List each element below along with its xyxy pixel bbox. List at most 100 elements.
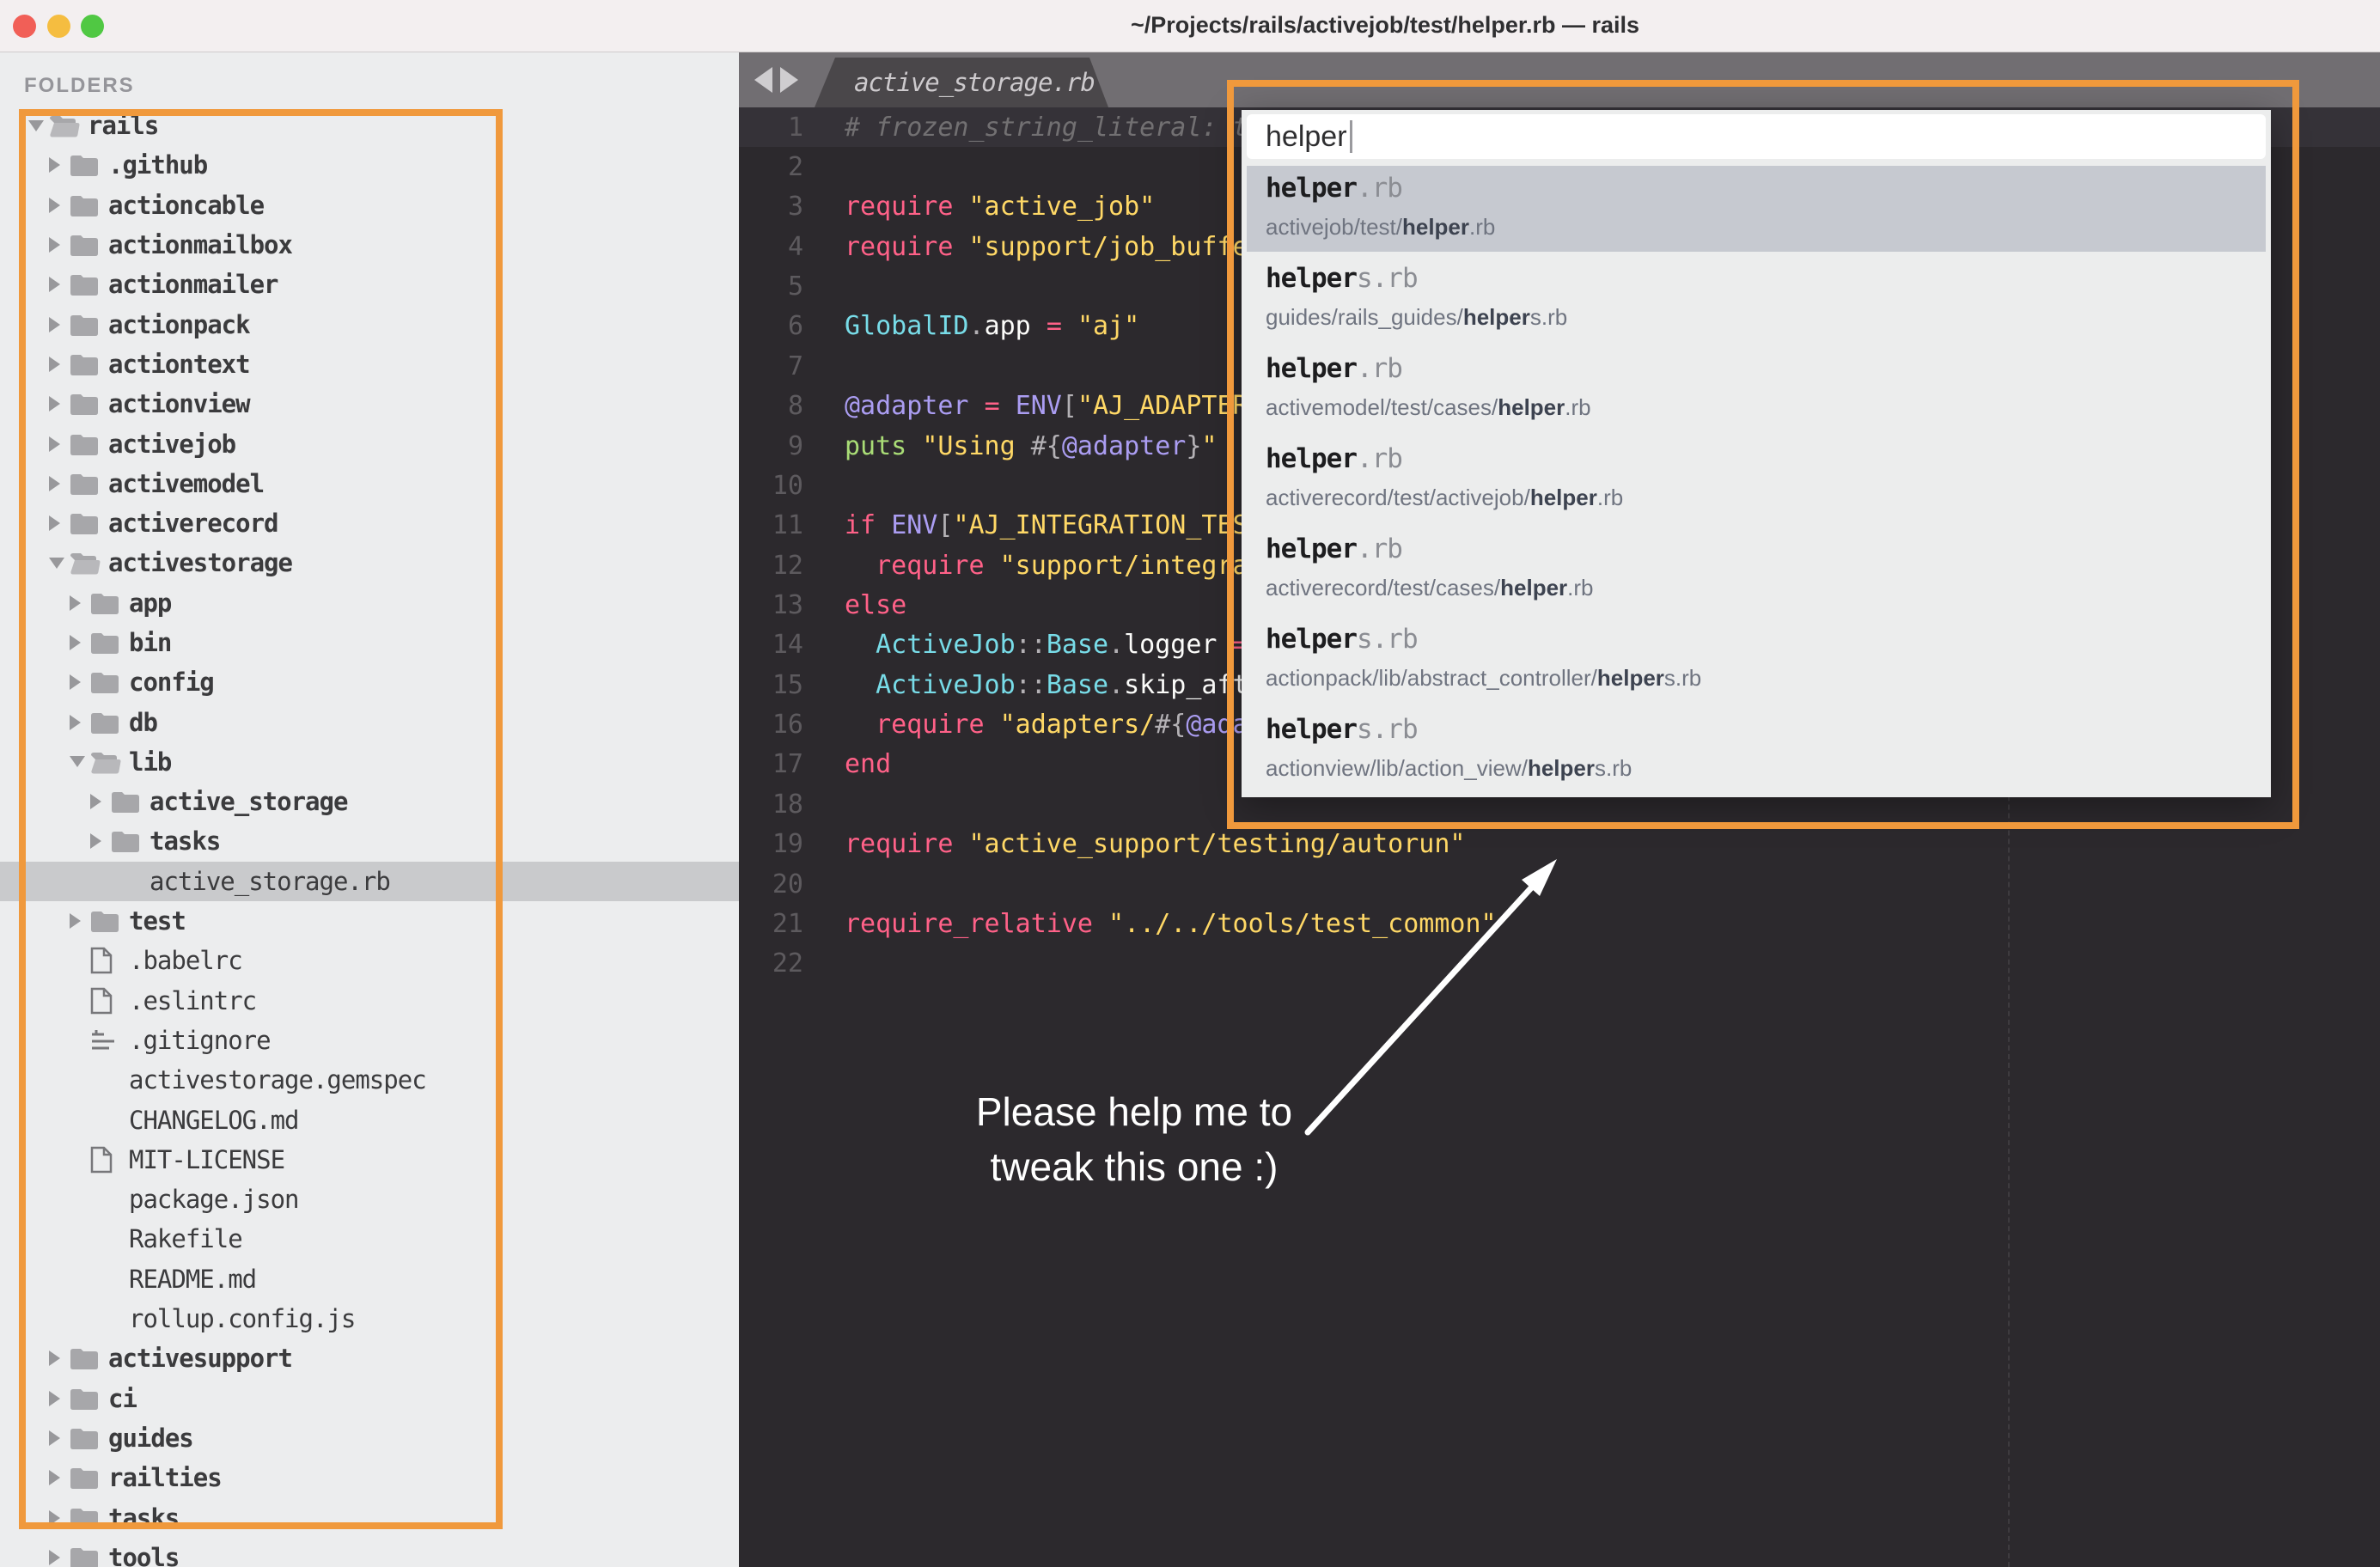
tree-row-active-storage-rb[interactable]: active_storage.rb	[0, 862, 739, 901]
line-number: 22	[739, 948, 803, 979]
chevron-right-icon[interactable]	[49, 357, 70, 372]
tree-row-actionpack[interactable]: actionpack	[0, 304, 739, 344]
chevron-right-icon[interactable]	[49, 1470, 70, 1485]
tree-row-readme-md[interactable]: README.md	[0, 1259, 739, 1299]
tree-row-actiontext[interactable]: actiontext	[0, 344, 739, 384]
search-result-5[interactable]: helper.rbactiverecord/test/cases/helper.…	[1247, 527, 2266, 613]
tree-row--gitignore[interactable]: .gitignore	[0, 1021, 739, 1060]
tree-item-label: activestorage.gemspec	[129, 1065, 426, 1094]
code-line-19[interactable]: 19require "active_support/testing/autoru…	[739, 824, 2380, 863]
chevron-right-icon[interactable]	[49, 157, 70, 173]
search-result-2[interactable]: helpers.rbguides/rails_guides/helpers.rb	[1247, 256, 2266, 342]
code-line-20[interactable]: 20	[739, 864, 2380, 904]
search-result-6[interactable]: helpers.rbactionpack/lib/abstract_contro…	[1247, 617, 2266, 703]
doc-icon	[90, 947, 129, 974]
chevron-right-icon[interactable]	[49, 317, 70, 332]
chevron-right-icon[interactable]	[49, 1391, 70, 1406]
tree-row--github[interactable]: .github	[0, 145, 739, 185]
search-result-4[interactable]: helper.rbactiverecord/test/activejob/hel…	[1247, 436, 2266, 522]
tree-row-rollup-config-js[interactable]: rollup.config.js	[0, 1299, 739, 1338]
tree-row-actionmailer[interactable]: actionmailer	[0, 265, 739, 304]
chevron-right-icon[interactable]	[49, 476, 70, 491]
tree-row-railties[interactable]: railties	[0, 1458, 739, 1497]
close-window-button[interactable]	[13, 15, 36, 38]
list-icon	[90, 1027, 129, 1053]
tree-row-lib[interactable]: lib	[0, 742, 739, 782]
search-result-3[interactable]: helper.rbactivemodel/test/cases/helper.r…	[1247, 346, 2266, 432]
goto-anything-panel: helper helper.rbactivejob/test/helper.rb…	[1242, 110, 2271, 797]
chevron-right-icon[interactable]	[49, 277, 70, 292]
tree-row-guides[interactable]: guides	[0, 1418, 739, 1458]
folder-icon	[70, 511, 108, 535]
tree-item-label: ci	[108, 1384, 137, 1413]
result-filepath: activerecord/test/activejob/helper.rb	[1266, 485, 1623, 511]
tree-row-active-storage[interactable]: active_storage	[0, 782, 739, 821]
code-line-22[interactable]: 22	[739, 944, 2380, 984]
line-number: 9	[739, 431, 803, 461]
chevron-right-icon[interactable]	[49, 1550, 70, 1565]
tree-row-tasks[interactable]: tasks	[0, 1497, 739, 1537]
tree-row-actionmailbox[interactable]: actionmailbox	[0, 225, 739, 265]
chevron-down-icon[interactable]	[49, 558, 70, 569]
tree-row-activerecord[interactable]: activerecord	[0, 503, 739, 543]
tree-row-tasks[interactable]: tasks	[0, 821, 739, 861]
chevron-right-icon[interactable]	[70, 715, 90, 730]
chevron-right-icon[interactable]	[49, 436, 70, 452]
tab-active-storage-rb[interactable]: active_storage.rb ✕	[815, 58, 1108, 107]
chevron-right-icon[interactable]	[49, 237, 70, 253]
annotation-text: Please help me to tweak this one :)	[876, 1084, 1392, 1194]
search-result-1[interactable]: helper.rbactivejob/test/helper.rb	[1247, 166, 2266, 252]
tree-row-changelog-md[interactable]: CHANGELOG.md	[0, 1100, 739, 1139]
search-result-7[interactable]: helpers.rbactionview/lib/action_view/hel…	[1247, 707, 2266, 793]
tree-row-rakefile[interactable]: Rakefile	[0, 1219, 739, 1259]
folder-open-icon	[49, 113, 88, 137]
chevron-right-icon[interactable]	[49, 515, 70, 531]
tree-row-mit-license[interactable]: MIT-LICENSE	[0, 1140, 739, 1180]
tab-forward-icon[interactable]	[780, 67, 798, 93]
tree-item-label: .gitignore	[129, 1026, 271, 1055]
tree-row-activestorage[interactable]: activestorage	[0, 543, 739, 582]
tree-item-label: lib	[129, 747, 171, 777]
zoom-window-button[interactable]	[81, 15, 104, 38]
chevron-right-icon[interactable]	[49, 1351, 70, 1366]
chevron-right-icon[interactable]	[70, 913, 90, 929]
folder-icon	[90, 909, 129, 933]
tree-row-db[interactable]: db	[0, 702, 739, 741]
tree-row--babelrc[interactable]: .babelrc	[0, 941, 739, 980]
line-number: 11	[739, 510, 803, 540]
chevron-right-icon[interactable]	[90, 794, 111, 809]
chevron-right-icon[interactable]	[70, 635, 90, 650]
chevron-down-icon[interactable]	[70, 756, 90, 767]
chevron-right-icon[interactable]	[90, 833, 111, 849]
tree-row-activesupport[interactable]: activesupport	[0, 1338, 739, 1378]
chevron-right-icon[interactable]	[49, 1430, 70, 1446]
chevron-right-icon[interactable]	[70, 595, 90, 611]
tab-back-icon[interactable]	[754, 67, 772, 93]
tree-item-label: activemodel	[108, 469, 264, 498]
chevron-right-icon[interactable]	[49, 198, 70, 213]
chevron-right-icon[interactable]	[49, 1510, 70, 1526]
tree-row-package-json[interactable]: package.json	[0, 1180, 739, 1219]
chevron-right-icon[interactable]	[49, 396, 70, 412]
tree-row--eslintrc[interactable]: .eslintrc	[0, 981, 739, 1021]
tree-row-app[interactable]: app	[0, 583, 739, 623]
tree-row-activestorage-gemspec[interactable]: activestorage.gemspec	[0, 1060, 739, 1100]
tree-row-activejob[interactable]: activejob	[0, 424, 739, 463]
chevron-down-icon[interactable]	[28, 120, 49, 131]
tree-row-tools[interactable]: tools	[0, 1538, 739, 1567]
tree-row-rails[interactable]: rails	[0, 106, 739, 145]
tree-row-test[interactable]: test	[0, 901, 739, 941]
tree-row-ci[interactable]: ci	[0, 1379, 739, 1418]
tree-row-bin[interactable]: bin	[0, 623, 739, 662]
chevron-right-icon[interactable]	[70, 674, 90, 690]
tree-row-config[interactable]: config	[0, 662, 739, 702]
tree-row-actioncable[interactable]: actioncable	[0, 186, 739, 225]
close-tab-icon[interactable]: ✕	[1124, 68, 1145, 98]
search-input[interactable]: helper	[1247, 114, 2266, 159]
code-line-21[interactable]: 21require_relative "../../tools/test_com…	[739, 904, 2380, 943]
tree-row-activemodel[interactable]: activemodel	[0, 464, 739, 503]
doc-icon	[90, 987, 129, 1015]
minimize-window-button[interactable]	[47, 15, 70, 38]
tree-row-actionview[interactable]: actionview	[0, 384, 739, 424]
folder-icon	[70, 193, 108, 217]
